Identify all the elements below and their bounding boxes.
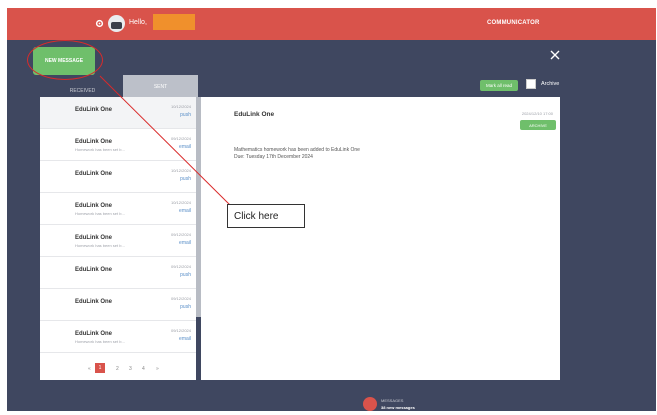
- message-date: 09/12/2024: [170, 296, 191, 301]
- message-preview: Homework has been set b...: [75, 211, 125, 216]
- footer-messages-label: MESSAGES: [381, 398, 404, 403]
- message-type: push: [180, 304, 191, 310]
- message-date: 10/12/2024: [170, 168, 191, 173]
- redacted-username: [153, 14, 195, 30]
- message-preview: Homework has been set b...: [75, 339, 125, 344]
- sender-name: EduLink One: [75, 107, 113, 113]
- greeting-text: Hello,: [129, 19, 147, 26]
- archive-checkbox[interactable]: [526, 79, 536, 89]
- sender-name: EduLink One: [75, 267, 113, 273]
- message-type: push: [180, 272, 191, 278]
- top-bar: Hello, COMMUNICATOR: [7, 8, 656, 40]
- mark-all-read-button[interactable]: Mark all read: [480, 80, 518, 91]
- message-list: EduLink One 10/12/2024 push EduLink One …: [40, 97, 196, 380]
- section-title[interactable]: COMMUNICATOR: [487, 20, 540, 26]
- archive-checkbox-label: Archive: [541, 81, 560, 87]
- pagination-page[interactable]: 4: [142, 366, 145, 372]
- list-item[interactable]: EduLink One 09/12/2024 push: [40, 289, 196, 321]
- list-item[interactable]: EduLink One Homework has been set b... 0…: [40, 129, 196, 161]
- close-icon[interactable]: [548, 48, 562, 62]
- sender-name: EduLink One: [75, 235, 113, 241]
- pagination-next[interactable]: »: [156, 366, 159, 372]
- detail-body-line: Due: Tuesday 17th December 2024: [234, 154, 313, 160]
- message-type: email: [179, 336, 191, 342]
- pagination-page[interactable]: 1: [95, 363, 105, 373]
- tab-sent[interactable]: SENT: [123, 75, 198, 98]
- detail-sender: EduLink One: [234, 111, 275, 118]
- message-date: 09/12/2024: [170, 328, 191, 333]
- pagination-page[interactable]: 3: [129, 366, 132, 372]
- message-preview: Homework has been set b...: [75, 243, 125, 248]
- sender-name: EduLink One: [75, 331, 113, 337]
- highlight-circle: [27, 40, 103, 80]
- message-date: 10/12/2024: [170, 200, 191, 205]
- message-type: email: [179, 240, 191, 246]
- avatar[interactable]: [108, 15, 125, 32]
- sender-name: EduLink One: [75, 171, 113, 177]
- mail-icon[interactable]: [363, 397, 377, 411]
- message-date: 09/12/2024: [170, 232, 191, 237]
- list-item[interactable]: EduLink One 10/12/2024 push: [40, 97, 196, 129]
- message-type: push: [180, 176, 191, 182]
- list-item[interactable]: EduLink One Homework has been set b... 1…: [40, 193, 196, 225]
- archive-button[interactable]: ARCHIVE: [520, 120, 556, 130]
- message-detail-pane: [201, 97, 560, 380]
- list-item[interactable]: EduLink One 09/12/2024 push: [40, 257, 196, 289]
- sender-name: EduLink One: [75, 299, 113, 305]
- footer-new-messages: 38 new messages: [381, 405, 415, 410]
- pagination: « 1 2 3 4 »: [40, 360, 196, 380]
- message-type: email: [179, 208, 191, 214]
- pagination-page[interactable]: 2: [116, 366, 119, 372]
- gear-icon[interactable]: [95, 19, 104, 28]
- sender-name: EduLink One: [75, 139, 113, 145]
- list-item[interactable]: EduLink One 10/12/2024 push: [40, 161, 196, 193]
- message-type: push: [180, 112, 191, 118]
- message-type: email: [179, 144, 191, 150]
- list-item[interactable]: EduLink One Homework has been set b... 0…: [40, 321, 196, 353]
- detail-datetime: 2024/12/10 17:00: [521, 111, 553, 116]
- pagination-prev[interactable]: «: [88, 366, 91, 372]
- sender-name: EduLink One: [75, 203, 113, 209]
- message-preview: Homework has been set b...: [75, 147, 125, 152]
- message-date: 10/12/2024: [170, 104, 191, 109]
- message-date: 09/12/2024: [170, 264, 191, 269]
- annotation-callout: Click here: [227, 204, 305, 228]
- message-date: 09/12/2024: [170, 136, 191, 141]
- detail-body-line: Mathematics homework has been added to E…: [234, 147, 360, 153]
- list-item[interactable]: EduLink One Homework has been set b... 0…: [40, 225, 196, 257]
